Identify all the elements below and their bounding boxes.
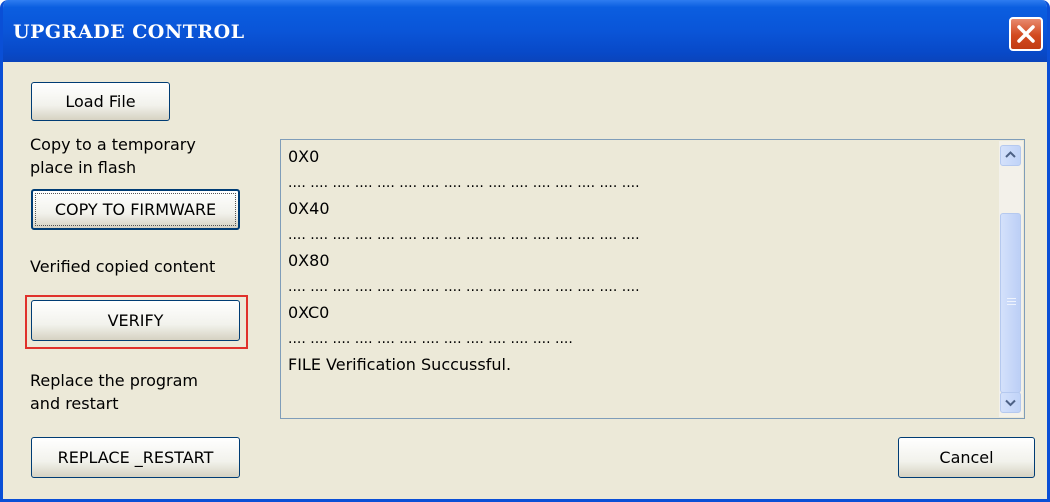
scroll-grip — [1007, 298, 1016, 299]
close-button[interactable] — [1009, 17, 1043, 51]
scroll-thumb[interactable] — [1000, 213, 1021, 393]
replace-description-line2: and restart — [30, 394, 119, 413]
log-output-list[interactable]: 0X0 .... .... .... .... .... .... .... .… — [280, 139, 1025, 419]
vertical-scrollbar[interactable] — [999, 141, 1023, 417]
replace-description-line1: Replace the program — [30, 371, 199, 390]
copy-to-firmware-button[interactable]: COPY TO FIRMWARE — [31, 189, 240, 230]
chevron-up-icon — [1005, 151, 1016, 158]
log-line-address: 0X80 — [288, 251, 330, 270]
load-file-button[interactable]: Load File — [31, 82, 170, 121]
log-line-address: 0XC0 — [288, 303, 330, 322]
log-line-address: 0X0 — [288, 147, 320, 166]
scroll-down-button[interactable] — [1000, 392, 1021, 413]
upgrade-control-dialog: UPGRADE CONTROL Load File Copy to a temp… — [0, 0, 1050, 502]
window-title: UPGRADE CONTROL — [13, 21, 245, 43]
scroll-grip — [1007, 301, 1016, 302]
log-line-dots: .... .... .... .... .... .... .... .... … — [288, 227, 640, 243]
log-lines: 0X0 .... .... .... .... .... .... .... .… — [288, 144, 998, 378]
log-line-dots: .... .... .... .... .... .... .... .... … — [288, 279, 640, 295]
verify-description: Verified copied content — [30, 257, 216, 276]
log-line-address: 0X40 — [288, 199, 330, 218]
cancel-button[interactable]: Cancel — [898, 437, 1035, 478]
copy-description-line2: place in flash — [30, 158, 137, 177]
replace-restart-button[interactable]: REPLACE _RESTART — [31, 437, 240, 478]
log-line-status: FILE Verification Succussful. — [288, 355, 512, 374]
dialog-body: Load File Copy to a temporary place in f… — [3, 62, 1047, 499]
scroll-up-button[interactable] — [1000, 145, 1021, 166]
chevron-down-icon — [1005, 399, 1016, 407]
scroll-grip — [1007, 304, 1016, 305]
log-line-dots: .... .... .... .... .... .... .... .... … — [288, 175, 640, 191]
verify-button[interactable]: VERIFY — [31, 300, 240, 341]
copy-description-line1: Copy to a temporary — [30, 135, 196, 154]
title-bar[interactable]: UPGRADE CONTROL — [3, 0, 1047, 62]
log-line-dots: .... .... .... .... .... .... .... .... … — [288, 331, 573, 347]
close-icon — [1017, 25, 1035, 43]
